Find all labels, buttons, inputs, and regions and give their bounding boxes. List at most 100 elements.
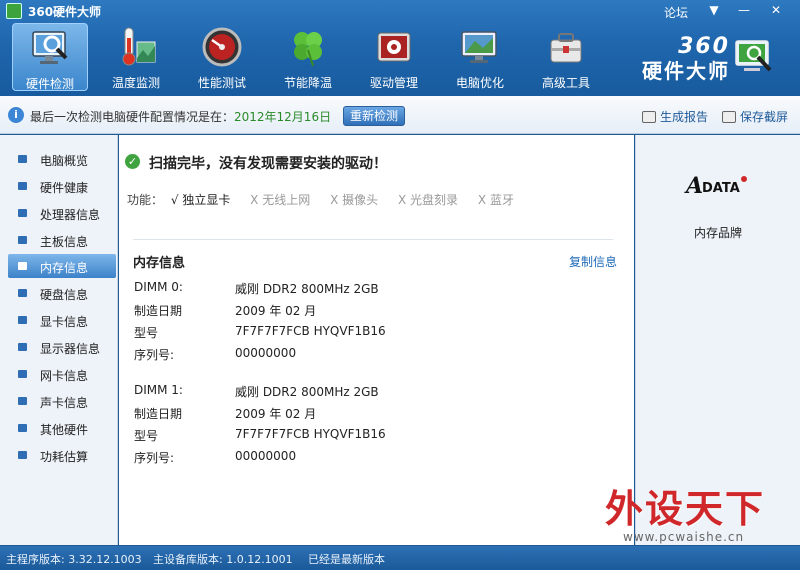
feature-disc-burn: X 光盘刻录 xyxy=(398,193,458,207)
last-check-message: 最后一次检测电脑硬件配置情况是在： xyxy=(30,110,235,124)
generate-report-button[interactable]: 生成报告 xyxy=(642,108,708,125)
tool-label: 温度监测 xyxy=(111,76,160,90)
square-bullet-icon xyxy=(18,289,27,297)
logo-text: DATA xyxy=(702,181,740,196)
sidebar-item-motherboard[interactable]: 主板信息 xyxy=(8,228,116,252)
brand-caption: 内存品牌 xyxy=(693,226,742,240)
sidebar-item-label: 其他硬件 xyxy=(40,423,89,437)
monitor-magnifier-icon xyxy=(735,40,772,72)
recheck-button[interactable]: 重新检测 xyxy=(343,106,405,126)
square-bullet-icon xyxy=(18,424,27,432)
watermark-url: www.pcwaishe.cn xyxy=(623,530,745,544)
scan-result-title: 扫描完毕，没有发现需要安装的驱动！ xyxy=(149,156,387,172)
square-bullet-icon xyxy=(18,343,27,351)
adata-logo: A DATA xyxy=(684,173,747,199)
monitor-magnifier-icon xyxy=(32,31,68,64)
feature-label: 摄像头 xyxy=(342,193,379,207)
sidebar-item-other[interactable]: 其他硬件 xyxy=(8,416,116,440)
tool-performance-test[interactable]: 性能测试 xyxy=(184,23,260,91)
sidebar-item-label: 显示器信息 xyxy=(40,342,101,356)
features-line: 功能： √ 独立显卡 X 无线上网 X 摄像头 X 光盘刻录 X 蓝牙 xyxy=(127,191,514,208)
forum-link[interactable]: 论坛 xyxy=(664,4,688,21)
sidebar-item-network[interactable]: 网卡信息 xyxy=(8,362,116,386)
tool-energy-save[interactable]: 节能降温 xyxy=(270,23,346,91)
sidebar: 电脑概览 硬件健康 处理器信息 主板信息 内存信息 硬盘信息 显卡信息 显示器信… xyxy=(0,135,118,545)
close-icon[interactable]: ✕ xyxy=(762,1,790,19)
info-value: 威刚 DDR2 800MHz 2GB xyxy=(235,385,379,399)
sidebar-item-label: 硬件健康 xyxy=(40,181,89,195)
info-key: 序列号: xyxy=(134,451,175,465)
sidebar-item-label: 电脑概览 xyxy=(40,154,89,168)
sidebar-item-health[interactable]: 硬件健康 xyxy=(8,174,116,198)
info-value: 7F7F7F7FCB HYQVF1B16 xyxy=(235,324,386,338)
app-logo-icon xyxy=(6,3,22,19)
feature-camera: X 摄像头 xyxy=(330,193,378,207)
square-bullet-icon xyxy=(18,155,27,163)
x-mark-icon: X xyxy=(397,193,407,207)
tool-hardware-detect[interactable]: 硬件检测 xyxy=(12,23,88,91)
feature-label: 无线上网 xyxy=(262,193,311,207)
info-value: 2009 年 02 月 xyxy=(235,304,317,318)
check-circle-icon: ✓ xyxy=(125,154,140,169)
copy-info-link[interactable]: 复制信息 xyxy=(569,253,617,270)
title-bar: 360硬件大师 论坛 ▼ — ✕ xyxy=(0,0,800,22)
brand-name: 360 硬件大师 xyxy=(618,34,730,84)
chevron-down-icon[interactable]: ▼ xyxy=(700,1,728,19)
save-screenshot-button[interactable]: 保存截屏 xyxy=(722,108,788,125)
sidebar-item-label: 声卡信息 xyxy=(40,396,89,410)
square-bullet-icon xyxy=(18,316,27,324)
tool-temp-monitor[interactable]: 温度监测 xyxy=(98,23,174,91)
feature-label: 独立显卡 xyxy=(182,193,231,207)
sidebar-item-label: 内存信息 xyxy=(40,261,89,275)
update-status: 已经是最新版本 xyxy=(308,553,385,566)
sidebar-item-overview[interactable]: 电脑概览 xyxy=(8,147,116,171)
feature-label: 光盘刻录 xyxy=(410,193,459,207)
sidebar-item-cpu[interactable]: 处理器信息 xyxy=(8,201,116,225)
tool-driver-manage[interactable]: 驱动管理 xyxy=(356,23,432,91)
camera-icon xyxy=(722,111,736,123)
x-mark-icon: X xyxy=(250,193,259,207)
info-value: 00000000 xyxy=(235,346,297,360)
sidebar-item-disk[interactable]: 硬盘信息 xyxy=(8,281,116,305)
info-key: DIMM 0: xyxy=(134,280,183,294)
tool-label: 节能降温 xyxy=(283,76,332,90)
square-bullet-icon xyxy=(18,451,27,459)
report-label: 生成报告 xyxy=(660,110,709,124)
tool-label: 高级工具 xyxy=(541,76,590,90)
info-value: 7F7F7F7FCB HYQVF1B16 xyxy=(235,427,386,441)
sidebar-item-sound[interactable]: 声卡信息 xyxy=(8,389,116,413)
info-key: 型号 xyxy=(134,326,159,340)
info-key: 制造日期 xyxy=(134,407,183,421)
info-value: 00000000 xyxy=(235,449,297,463)
sidebar-item-label: 处理器信息 xyxy=(40,208,101,222)
info-key: 序列号: xyxy=(134,348,175,362)
thermometer-icon xyxy=(122,27,156,66)
feature-discrete-gpu: √ 独立显卡 xyxy=(171,193,231,207)
app-title: 360硬件大师 xyxy=(28,5,102,19)
sidebar-item-label: 主板信息 xyxy=(40,235,89,249)
speedometer-icon xyxy=(202,27,242,67)
feature-label: 蓝牙 xyxy=(489,193,514,207)
tool-pc-optimize[interactable]: 电脑优化 xyxy=(442,23,518,91)
logo-letter: A xyxy=(684,173,703,199)
main-version: 主程序版本: 3.32.12.1003 xyxy=(6,553,142,566)
tool-advanced-tools[interactable]: 高级工具 xyxy=(528,23,604,91)
feature-wifi: X 无线上网 xyxy=(250,193,310,207)
tool-label: 驱动管理 xyxy=(369,76,418,90)
square-bullet-icon xyxy=(18,209,27,217)
square-bullet-icon xyxy=(18,370,27,378)
sidebar-item-display[interactable]: 显示器信息 xyxy=(8,335,116,359)
square-bullet-icon xyxy=(18,182,27,190)
sidebar-item-label: 显卡信息 xyxy=(40,315,89,329)
section-title: 内存信息 xyxy=(133,256,186,271)
sidebar-item-gpu[interactable]: 显卡信息 xyxy=(8,308,116,332)
tool-label: 性能测试 xyxy=(197,76,246,90)
minimize-icon[interactable]: — xyxy=(730,1,758,19)
features-label: 功能： xyxy=(127,193,164,207)
sidebar-item-power[interactable]: 功耗估算 xyxy=(8,443,116,467)
square-bullet-icon xyxy=(18,397,27,405)
screenshot-label: 保存截屏 xyxy=(740,110,789,124)
x-mark-icon: X xyxy=(330,193,339,207)
sidebar-item-label: 硬盘信息 xyxy=(40,288,89,302)
sidebar-item-memory[interactable]: 内存信息 xyxy=(8,254,116,278)
